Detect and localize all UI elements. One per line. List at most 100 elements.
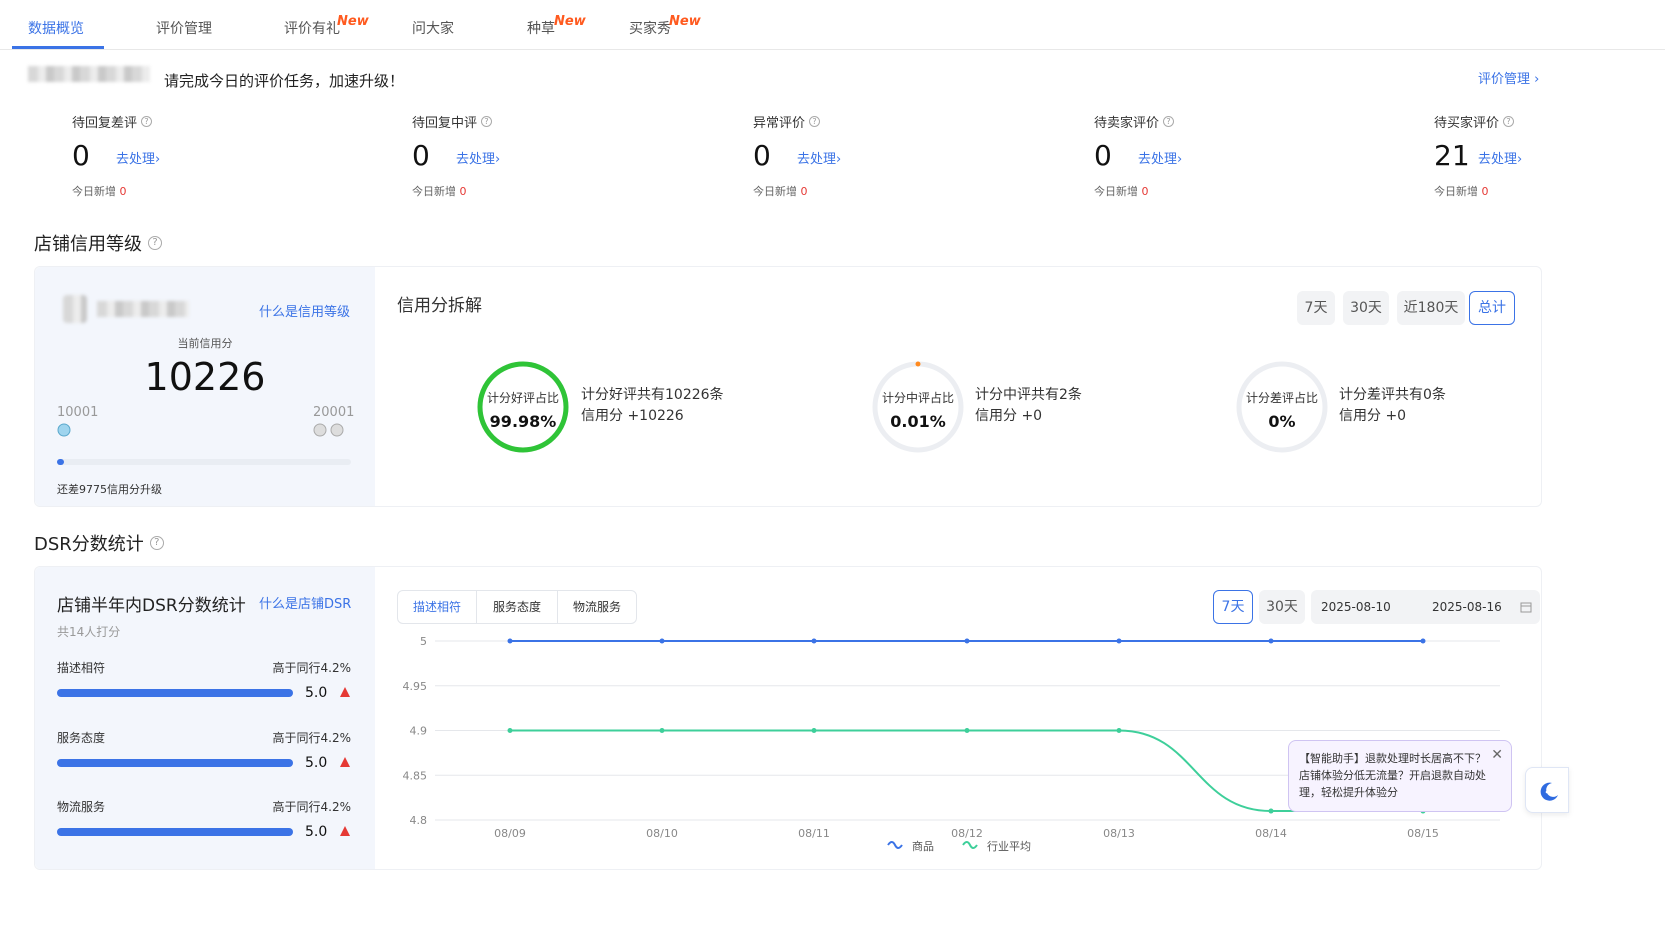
tab-data-overview[interactable]: 数据概览 (28, 18, 84, 38)
legend-label: 商品 (912, 839, 934, 853)
close-icon[interactable]: ✕ (1491, 747, 1503, 764)
period-7d-button[interactable]: 7天 (1297, 291, 1335, 325)
y-tick-label: 4.95 (403, 680, 428, 693)
period-30d-button[interactable]: 30天 (1343, 291, 1389, 325)
dsr-bar-fill (57, 759, 293, 767)
credit-section-label: 店铺信用等级 (34, 234, 142, 255)
go-handle-link[interactable]: 去处理› (456, 148, 500, 167)
x-tick-label: 08/13 (1103, 827, 1135, 840)
date-start: 2025-08-10 (1321, 600, 1391, 614)
go-handle-link[interactable]: 去处理› (1138, 148, 1182, 167)
dsr-row-score: 5.0 (305, 824, 328, 840)
ring-title: 计分中评占比 (881, 391, 954, 405)
moon-chat-icon (1540, 782, 1558, 801)
tab-seeding[interactable]: 种草 New (527, 14, 586, 38)
smart-assistant-tooltip[interactable]: 【智能助手】退款处理时长居高不下？店铺体验分低无流量？开启退款自动处理，轻松提升… (1288, 740, 1512, 812)
dsr-section-label: DSR分数统计 (34, 534, 144, 555)
dsr-card-title: 店铺半年内DSR分数统计 (57, 596, 246, 616)
help-icon[interactable]: ? (149, 536, 164, 550)
range-max: 20001 (313, 405, 355, 420)
current-credit-label: 当前信用分 (177, 337, 233, 350)
stat-pending-buyer: 待买家评价? 21 去处理› 今日新增 0 (1434, 112, 1634, 199)
series-line-1 (510, 729, 1423, 813)
tab-review-management[interactable]: 评价管理 (156, 18, 212, 38)
help-icon[interactable]: ? (481, 116, 493, 127)
x-tick-label: 08/15 (1407, 827, 1439, 840)
ring-value: 99.98% (489, 412, 557, 431)
dsr-bar-track (57, 759, 293, 767)
up-arrow-icon (340, 826, 350, 836)
tab-review-gift[interactable]: 评价有礼 New (284, 14, 369, 38)
ring-value: 0.01% (890, 412, 946, 431)
y-tick-label: 4.9 (410, 725, 428, 738)
data-point (964, 638, 970, 644)
go-handle-link[interactable]: 去处理› (1478, 148, 1522, 167)
help-icon[interactable]: ? (1503, 116, 1515, 127)
neutral-rate-desc: 计分中评共有2条 信用分 +0 (975, 385, 1082, 427)
go-handle-link[interactable]: 去处理› (116, 148, 160, 167)
today-new-label: 今日新增 (753, 185, 797, 198)
blurred-shop-name (97, 301, 189, 317)
range-30d-button[interactable]: 30天 (1259, 590, 1305, 624)
tab-buyer-show[interactable]: 买家秀 New (629, 14, 701, 38)
stat-abnormal: 异常评价? 0 去处理› 今日新增 0 (753, 112, 953, 199)
help-icon[interactable]: ? (141, 116, 153, 127)
dsr-section-title: DSR分数统计? (34, 530, 164, 556)
data-point (1116, 728, 1122, 733)
ring-title: 计分差评占比 (1245, 391, 1318, 405)
ring-desc-count: 计分中评共有2条 (975, 387, 1082, 403)
chart-tab-description[interactable]: 描述相符 (397, 590, 477, 624)
dsr-bar-track (57, 689, 293, 697)
help-icon[interactable]: ? (148, 236, 162, 250)
calendar-icon (1520, 602, 1532, 613)
up-arrow-icon (340, 757, 350, 767)
stat-title: 待回复中评 (412, 116, 478, 131)
diamond-level-icon (57, 423, 71, 437)
date-end: 2025-08-16 (1432, 600, 1502, 614)
data-point (964, 728, 970, 733)
x-tick-label: 08/14 (1255, 827, 1287, 840)
period-180d-button[interactable]: 近180天 (1397, 291, 1465, 325)
stat-title: 异常评价 (753, 116, 806, 131)
help-icon[interactable]: ? (809, 116, 821, 127)
what-is-credit-link[interactable]: 什么是信用等级 (259, 301, 350, 320)
go-handle-link[interactable]: 去处理› (797, 148, 841, 167)
chart-tab-service[interactable]: 服务态度 (476, 590, 558, 624)
tab-buyer-show-label: 买家秀 (629, 21, 671, 37)
data-point (811, 638, 817, 644)
dsr-bar-track (57, 828, 293, 836)
tab-ask-everyone[interactable]: 问大家 (412, 18, 454, 38)
legend-swatch (962, 841, 978, 849)
assistant-float-button[interactable] (1525, 767, 1569, 813)
new-badge: New (669, 14, 701, 29)
date-range-picker[interactable]: 2025-08-10 2025-08-16 (1311, 590, 1540, 624)
today-new-value: 0 (459, 185, 467, 198)
data-point (1268, 808, 1274, 814)
y-tick-label: 5 (420, 635, 427, 648)
tab-seeding-label: 种草 (527, 21, 555, 37)
data-point (659, 728, 665, 733)
data-point (1420, 638, 1426, 644)
stat-value: 21 (1434, 139, 1470, 172)
top-tab-bar: 数据概览 评价管理 评价有礼 New 问大家 种草 New 买家秀 New (0, 0, 1665, 50)
dsr-row-compare: 高于同行4.2% (272, 731, 352, 745)
period-total-button[interactable]: 总计 (1469, 291, 1515, 325)
stat-pending-seller: 待卖家评价? 0 去处理› 今日新增 0 (1094, 112, 1294, 199)
today-new-value: 0 (1141, 185, 1149, 198)
x-tick-label: 08/12 (951, 827, 983, 840)
dsr-row-compare: 高于同行4.2% (272, 800, 352, 814)
ring-value: 0% (1268, 412, 1296, 431)
chart-tab-logistics[interactable]: 物流服务 (557, 590, 637, 624)
y-tick-label: 4.85 (403, 769, 428, 782)
dsr-row-score: 5.0 (305, 685, 328, 701)
review-management-link[interactable]: 评价管理 › (1478, 68, 1539, 87)
legend-label: 行业平均 (987, 840, 1031, 853)
what-is-dsr-link[interactable]: 什么是店铺DSR (259, 593, 351, 612)
credit-summary-panel: 什么是信用等级 当前信用分 10226 10001 20001 还差9775信用… (35, 267, 375, 506)
task-message: 请完成今日的评价任务，加速升级！ (164, 72, 405, 90)
dsr-bar-fill (57, 828, 293, 836)
help-icon[interactable]: ? (1163, 116, 1175, 127)
ring-desc-count: 计分好评共有10226条 (581, 387, 724, 403)
stat-pending-neutral: 待回复中评? 0 去处理› 今日新增 0 (412, 112, 612, 199)
range-7d-button[interactable]: 7天 (1213, 590, 1253, 624)
